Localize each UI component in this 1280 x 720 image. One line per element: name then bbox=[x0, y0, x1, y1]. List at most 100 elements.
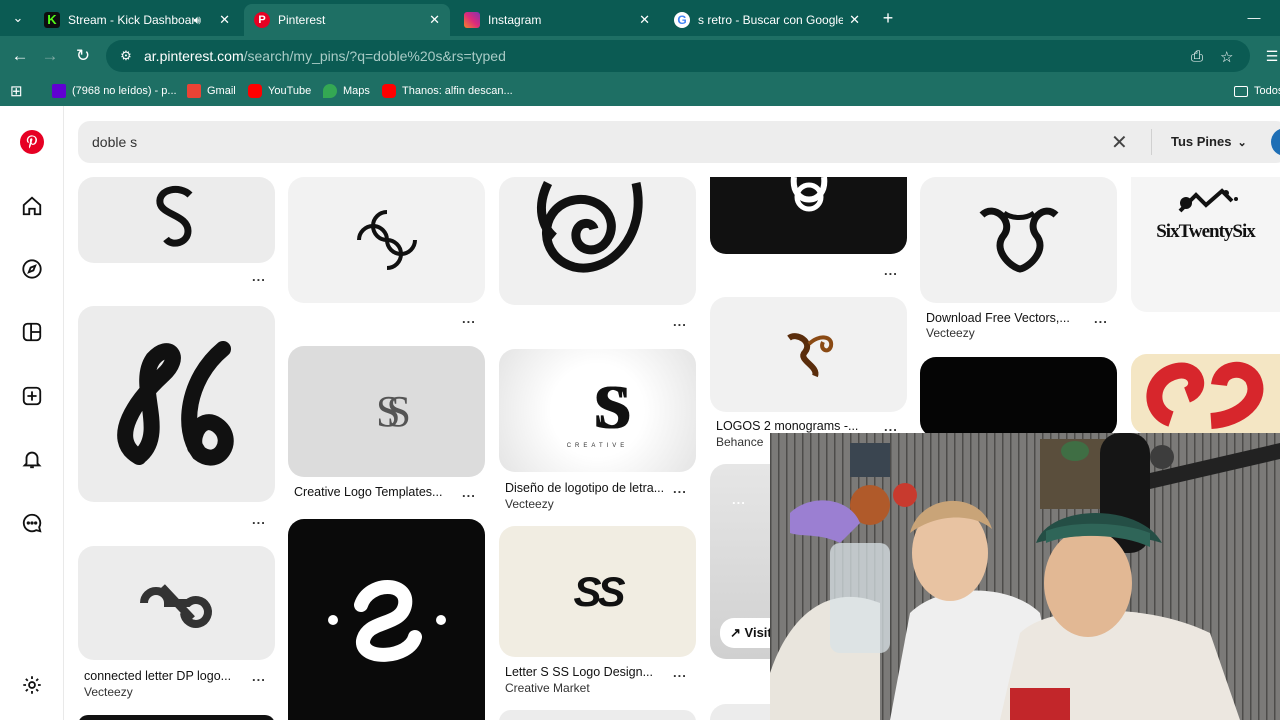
pin-image[interactable]: SS bbox=[288, 346, 485, 477]
bookmark-youtube[interactable]: YouTube bbox=[248, 81, 311, 101]
back-arrow-icon[interactable]: ← bbox=[8, 44, 32, 68]
site-info-icon[interactable]: ⚙︎ bbox=[114, 48, 138, 64]
clear-search-icon[interactable]: ✕ bbox=[1111, 130, 1128, 155]
pin-card[interactable] bbox=[920, 357, 1117, 437]
install-app-icon[interactable]: ⎙ bbox=[1191, 48, 1203, 65]
ss-monogram-text: SS bbox=[376, 387, 411, 436]
messages-icon[interactable] bbox=[16, 507, 48, 539]
pin-image[interactable]: SS bbox=[499, 526, 696, 657]
instagram-icon bbox=[464, 12, 480, 28]
close-tab-icon[interactable]: ✕ bbox=[849, 12, 860, 28]
address-bar[interactable]: ⚙︎ ar.pinterest.com/search/my_pins/?q=do… bbox=[106, 40, 1250, 72]
bookmark-yahoo-mail[interactable]: (7968 no leídos) - p... bbox=[52, 81, 177, 101]
tab-title: s retro - Buscar con Google bbox=[698, 13, 844, 27]
more-options-icon[interactable]: ... bbox=[1094, 311, 1108, 326]
close-tab-icon[interactable]: ✕ bbox=[219, 12, 230, 28]
chevron-down-icon: ⌄ bbox=[1237, 137, 1247, 149]
tab-pinterest[interactable]: P Pinterest ✕ bbox=[244, 4, 450, 36]
reload-icon[interactable]: ↻ bbox=[71, 44, 95, 68]
pin-image[interactable] bbox=[78, 546, 275, 660]
create-icon[interactable] bbox=[16, 380, 48, 412]
pin-card[interactable]: ... bbox=[78, 177, 275, 287]
pin-card[interactable]: ... bbox=[499, 177, 696, 332]
pin-card[interactable] bbox=[1131, 354, 1280, 434]
pin-card[interactable]: LOGOS 2 monograms -... Behance ... bbox=[710, 297, 907, 452]
pin-card[interactable]: Download Free Vectors,... Vecteezy ... bbox=[920, 177, 1117, 347]
pin-card[interactable]: ... bbox=[78, 306, 275, 531]
more-options-icon[interactable]: ... bbox=[252, 512, 266, 527]
pin-image[interactable] bbox=[78, 177, 275, 263]
more-options-icon[interactable]: ... bbox=[252, 269, 266, 284]
pin-card[interactable] bbox=[288, 519, 485, 720]
pin-image[interactable] bbox=[710, 177, 907, 254]
forward-arrow-icon[interactable]: → bbox=[38, 44, 62, 68]
explore-icon[interactable] bbox=[16, 253, 48, 285]
minimize-window-button[interactable]: — bbox=[1242, 7, 1266, 29]
pin-image[interactable] bbox=[1131, 354, 1280, 434]
webcam-video-frame bbox=[770, 433, 1280, 720]
pin-image[interactable] bbox=[920, 357, 1117, 437]
filter-dropdown[interactable]: Tus Pines ⌄ bbox=[1171, 134, 1247, 149]
tab-kick-dashboard[interactable]: K Stream - Kick Dashboard 🔊︎ ✕ bbox=[34, 4, 240, 36]
bookmark-label: (7968 no leídos) - p... bbox=[72, 85, 177, 97]
notifications-icon[interactable] bbox=[16, 443, 48, 475]
pin-card[interactable]: SixTwentySix bbox=[1131, 177, 1280, 312]
more-options-icon[interactable]: ... bbox=[884, 419, 898, 434]
tab-instagram[interactable]: Instagram ✕ bbox=[454, 4, 660, 36]
bookmark-thanos-video[interactable]: Thanos: alfin descan... bbox=[382, 81, 513, 101]
browser-toolbar: ← → ↻ ⚙︎ ar.pinterest.com/search/my_pins… bbox=[0, 36, 1280, 76]
side-panel-icon[interactable]: ☰ bbox=[1260, 44, 1280, 68]
pinterest-logo-icon[interactable] bbox=[16, 126, 48, 158]
bookmark-gmail[interactable]: Gmail bbox=[187, 81, 236, 101]
pin-image[interactable] bbox=[710, 297, 907, 412]
youtube-icon bbox=[382, 84, 396, 98]
more-options-icon[interactable]: ... bbox=[673, 314, 687, 329]
settings-icon[interactable] bbox=[16, 669, 48, 701]
tab-title: Stream - Kick Dashboard bbox=[68, 13, 194, 27]
more-options-icon[interactable]: ... bbox=[462, 311, 476, 326]
pin-card[interactable]: ... bbox=[710, 177, 907, 281]
avatar[interactable] bbox=[1271, 128, 1280, 156]
speaker-icon[interactable]: 🔊︎ bbox=[194, 13, 202, 28]
more-options-icon[interactable]: ... bbox=[462, 485, 476, 500]
more-options-icon[interactable]: ... bbox=[884, 263, 898, 278]
maps-icon bbox=[323, 84, 337, 98]
pin-source: Vecteezy bbox=[84, 685, 133, 699]
pin-card[interactable] bbox=[78, 715, 275, 720]
tab-google[interactable]: G s retro - Buscar con Google ✕ bbox=[664, 4, 870, 36]
tab-strip: ⌄ K Stream - Kick Dashboard 🔊︎ ✕ P Pinte… bbox=[0, 0, 1280, 36]
close-tab-icon[interactable]: ✕ bbox=[639, 12, 650, 28]
bookmarks-folder[interactable]: Todos bbox=[1234, 81, 1280, 101]
bookmark-maps[interactable]: Maps bbox=[323, 81, 370, 101]
pin-image[interactable] bbox=[288, 177, 485, 303]
home-icon[interactable] bbox=[16, 190, 48, 222]
pin-image[interactable] bbox=[288, 519, 485, 720]
pin-card[interactable]: ... bbox=[288, 177, 485, 329]
tab-search-chevron-icon[interactable]: ⌄ bbox=[6, 7, 30, 29]
pin-image[interactable]: SS CREATIVE bbox=[499, 349, 696, 472]
boards-icon[interactable] bbox=[16, 316, 48, 348]
pin-caption: Creative Logo Templates... bbox=[294, 485, 443, 499]
pin-image[interactable] bbox=[78, 306, 275, 502]
pin-card[interactable] bbox=[499, 710, 696, 720]
pin-image[interactable]: SixTwentySix bbox=[1131, 177, 1280, 312]
bookmarks-bar: ⊞ (7968 no leídos) - p... Gmail YouTube … bbox=[0, 76, 1280, 106]
apps-grid-icon[interactable]: ⊞ bbox=[10, 81, 23, 101]
pin-search-bar[interactable]: doble s ✕ Tus Pines ⌄ bbox=[78, 121, 1280, 163]
pin-card[interactable]: connected letter DP logo... Vecteezy ... bbox=[78, 546, 275, 706]
more-options-icon[interactable]: ... bbox=[252, 669, 266, 684]
pin-caption: Diseño de logotipo de letra... bbox=[505, 481, 665, 495]
more-options-icon[interactable]: ... bbox=[673, 665, 687, 680]
close-tab-icon[interactable]: ✕ bbox=[429, 12, 440, 28]
bookmark-star-icon[interactable]: ☆ bbox=[1220, 48, 1233, 66]
pin-card[interactable]: SS Letter S SS Logo Design... Creative M… bbox=[499, 526, 696, 696]
pin-card[interactable]: SS CREATIVE Diseño de logotipo de letra.… bbox=[499, 349, 696, 514]
pin-image[interactable] bbox=[499, 177, 696, 305]
more-options-icon[interactable]: ... bbox=[673, 481, 687, 496]
pin-image[interactable] bbox=[920, 177, 1117, 303]
search-input[interactable]: doble s bbox=[92, 134, 137, 150]
new-tab-button[interactable]: + bbox=[876, 7, 900, 29]
pin-card[interactable]: SS Creative Logo Templates... ... bbox=[288, 346, 485, 504]
pin-caption: connected letter DP logo... bbox=[84, 669, 232, 683]
more-options-icon[interactable]: ... bbox=[732, 492, 746, 507]
